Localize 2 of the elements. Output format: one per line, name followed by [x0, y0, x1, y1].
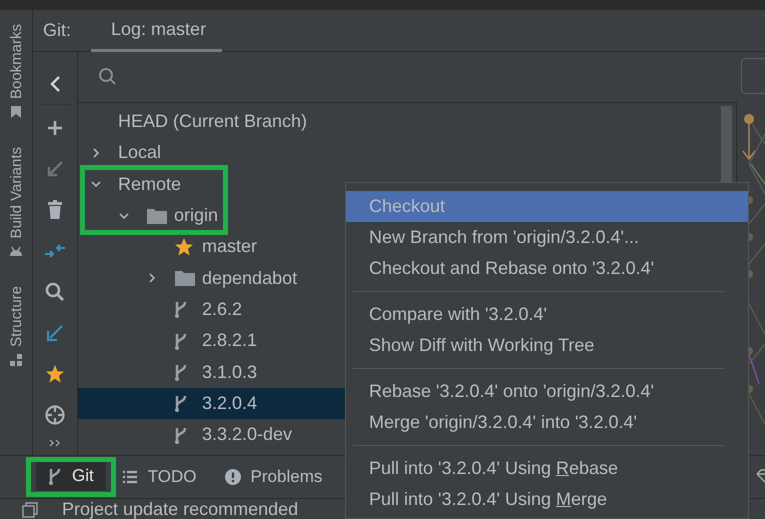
status-message: Project update recommended [62, 499, 298, 519]
tool-window-title: Git: [43, 20, 72, 41]
